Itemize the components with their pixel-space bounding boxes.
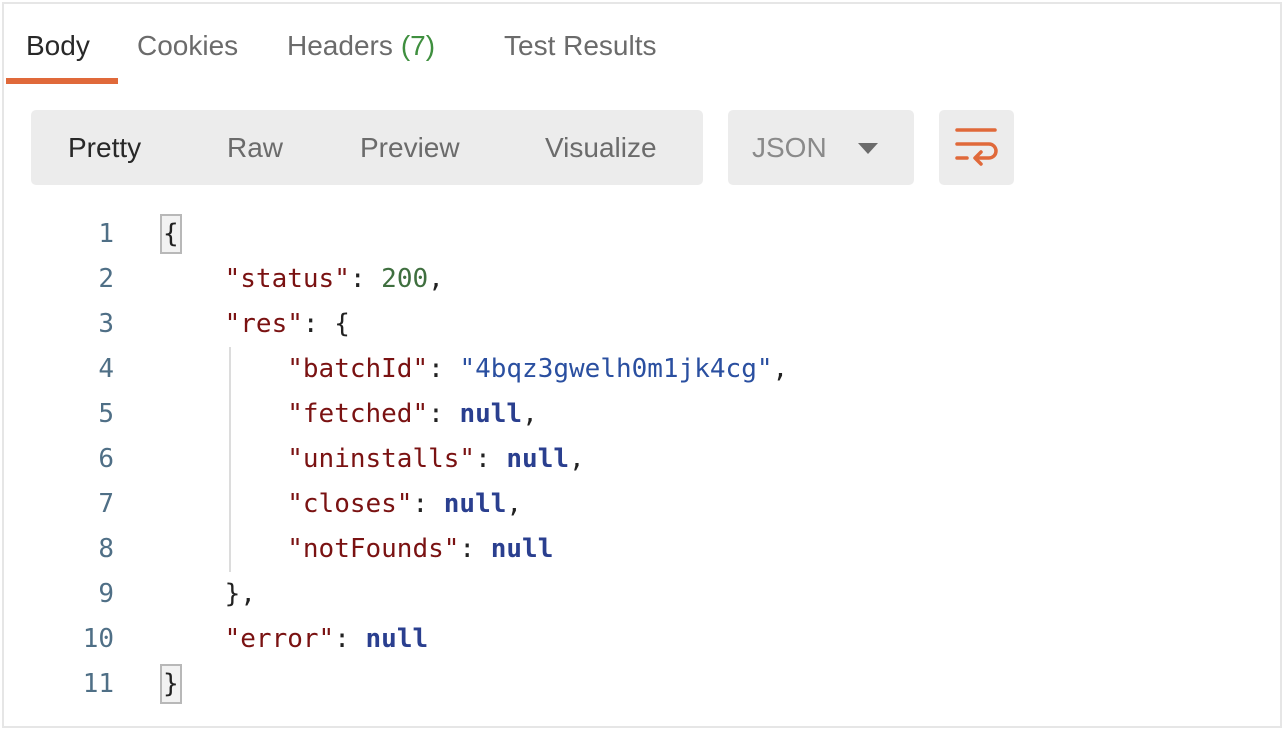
json-null: null <box>443 489 507 519</box>
code-line: 8 "notFounds": null <box>4 527 1204 572</box>
json-string: "4bqz3gwelh0m1jk4cg" <box>459 354 773 384</box>
code-line: 3 "res": { <box>4 302 1204 347</box>
view-mode-visualize[interactable]: Visualize <box>545 130 657 166</box>
tab-headers-label: Headers <box>287 30 393 61</box>
line-number: 1 <box>98 219 114 249</box>
line-number: 5 <box>98 399 114 429</box>
line-number: 6 <box>98 444 114 474</box>
view-mode-pretty[interactable]: Pretty <box>68 130 141 166</box>
view-mode-segmented-control: Pretty Raw Preview Visualize <box>31 110 703 185</box>
view-mode-raw[interactable]: Raw <box>227 130 283 166</box>
json-null: null <box>365 624 429 654</box>
json-key: "uninstalls" <box>287 444 476 474</box>
wrap-lines-icon <box>955 128 998 166</box>
tab-cookies[interactable]: Cookies <box>137 28 238 64</box>
json-key: "notFounds" <box>287 534 460 564</box>
response-panel: Body Cookies Headers (7) Test Results Pre… <box>2 2 1282 728</box>
code-line: 5 "fetched": null, <box>4 392 1204 437</box>
code-line: 7 "closes": null, <box>4 482 1204 527</box>
chevron-down-icon <box>858 143 878 154</box>
line-number: 10 <box>82 624 114 654</box>
line-number: 7 <box>98 489 114 519</box>
code-line: 2 "status": 200, <box>4 257 1204 302</box>
tab-test-results[interactable]: Test Results <box>504 28 657 64</box>
active-tab-indicator <box>6 78 118 84</box>
json-key: "fetched" <box>287 399 429 429</box>
format-select-value: JSON <box>752 132 827 163</box>
matched-brace: { <box>160 214 182 254</box>
format-select[interactable]: JSON <box>728 110 914 185</box>
json-number: 200 <box>381 264 429 294</box>
line-number: 4 <box>98 354 114 384</box>
json-key: "res" <box>224 309 303 339</box>
matched-brace: } <box>160 664 182 704</box>
line-number: 11 <box>82 669 114 699</box>
json-key: "error" <box>224 624 335 654</box>
code-line: 1 { <box>4 212 1204 257</box>
response-tabs: Body Cookies Headers (7) Test Results <box>6 4 1284 86</box>
line-number: 9 <box>98 579 114 609</box>
json-brace: }, <box>224 579 256 609</box>
wrap-lines-button[interactable] <box>939 110 1014 185</box>
json-brace: { <box>334 309 350 339</box>
code-line: 6 "uninstalls": null, <box>4 437 1204 482</box>
line-number: 2 <box>98 264 114 294</box>
code-line: 4 "batchId": "4bqz3gwelh0m1jk4cg", <box>4 347 1204 392</box>
json-null: null <box>506 444 570 474</box>
code-line: 11 } <box>4 662 1204 707</box>
json-key: "batchId" <box>287 354 429 384</box>
headers-count-badge: (7) <box>400 30 436 61</box>
code-line: 9 }, <box>4 572 1204 617</box>
view-mode-preview[interactable]: Preview <box>360 130 460 166</box>
tab-headers[interactable]: Headers (7) <box>287 28 435 64</box>
json-key: "status" <box>224 264 350 294</box>
json-null: null <box>490 534 554 564</box>
line-number: 3 <box>98 309 114 339</box>
json-null: null <box>459 399 523 429</box>
tab-body[interactable]: Body <box>26 28 90 64</box>
line-number: 8 <box>98 534 114 564</box>
code-line: 10 "error": null <box>4 617 1204 662</box>
json-key: "closes" <box>287 489 413 519</box>
